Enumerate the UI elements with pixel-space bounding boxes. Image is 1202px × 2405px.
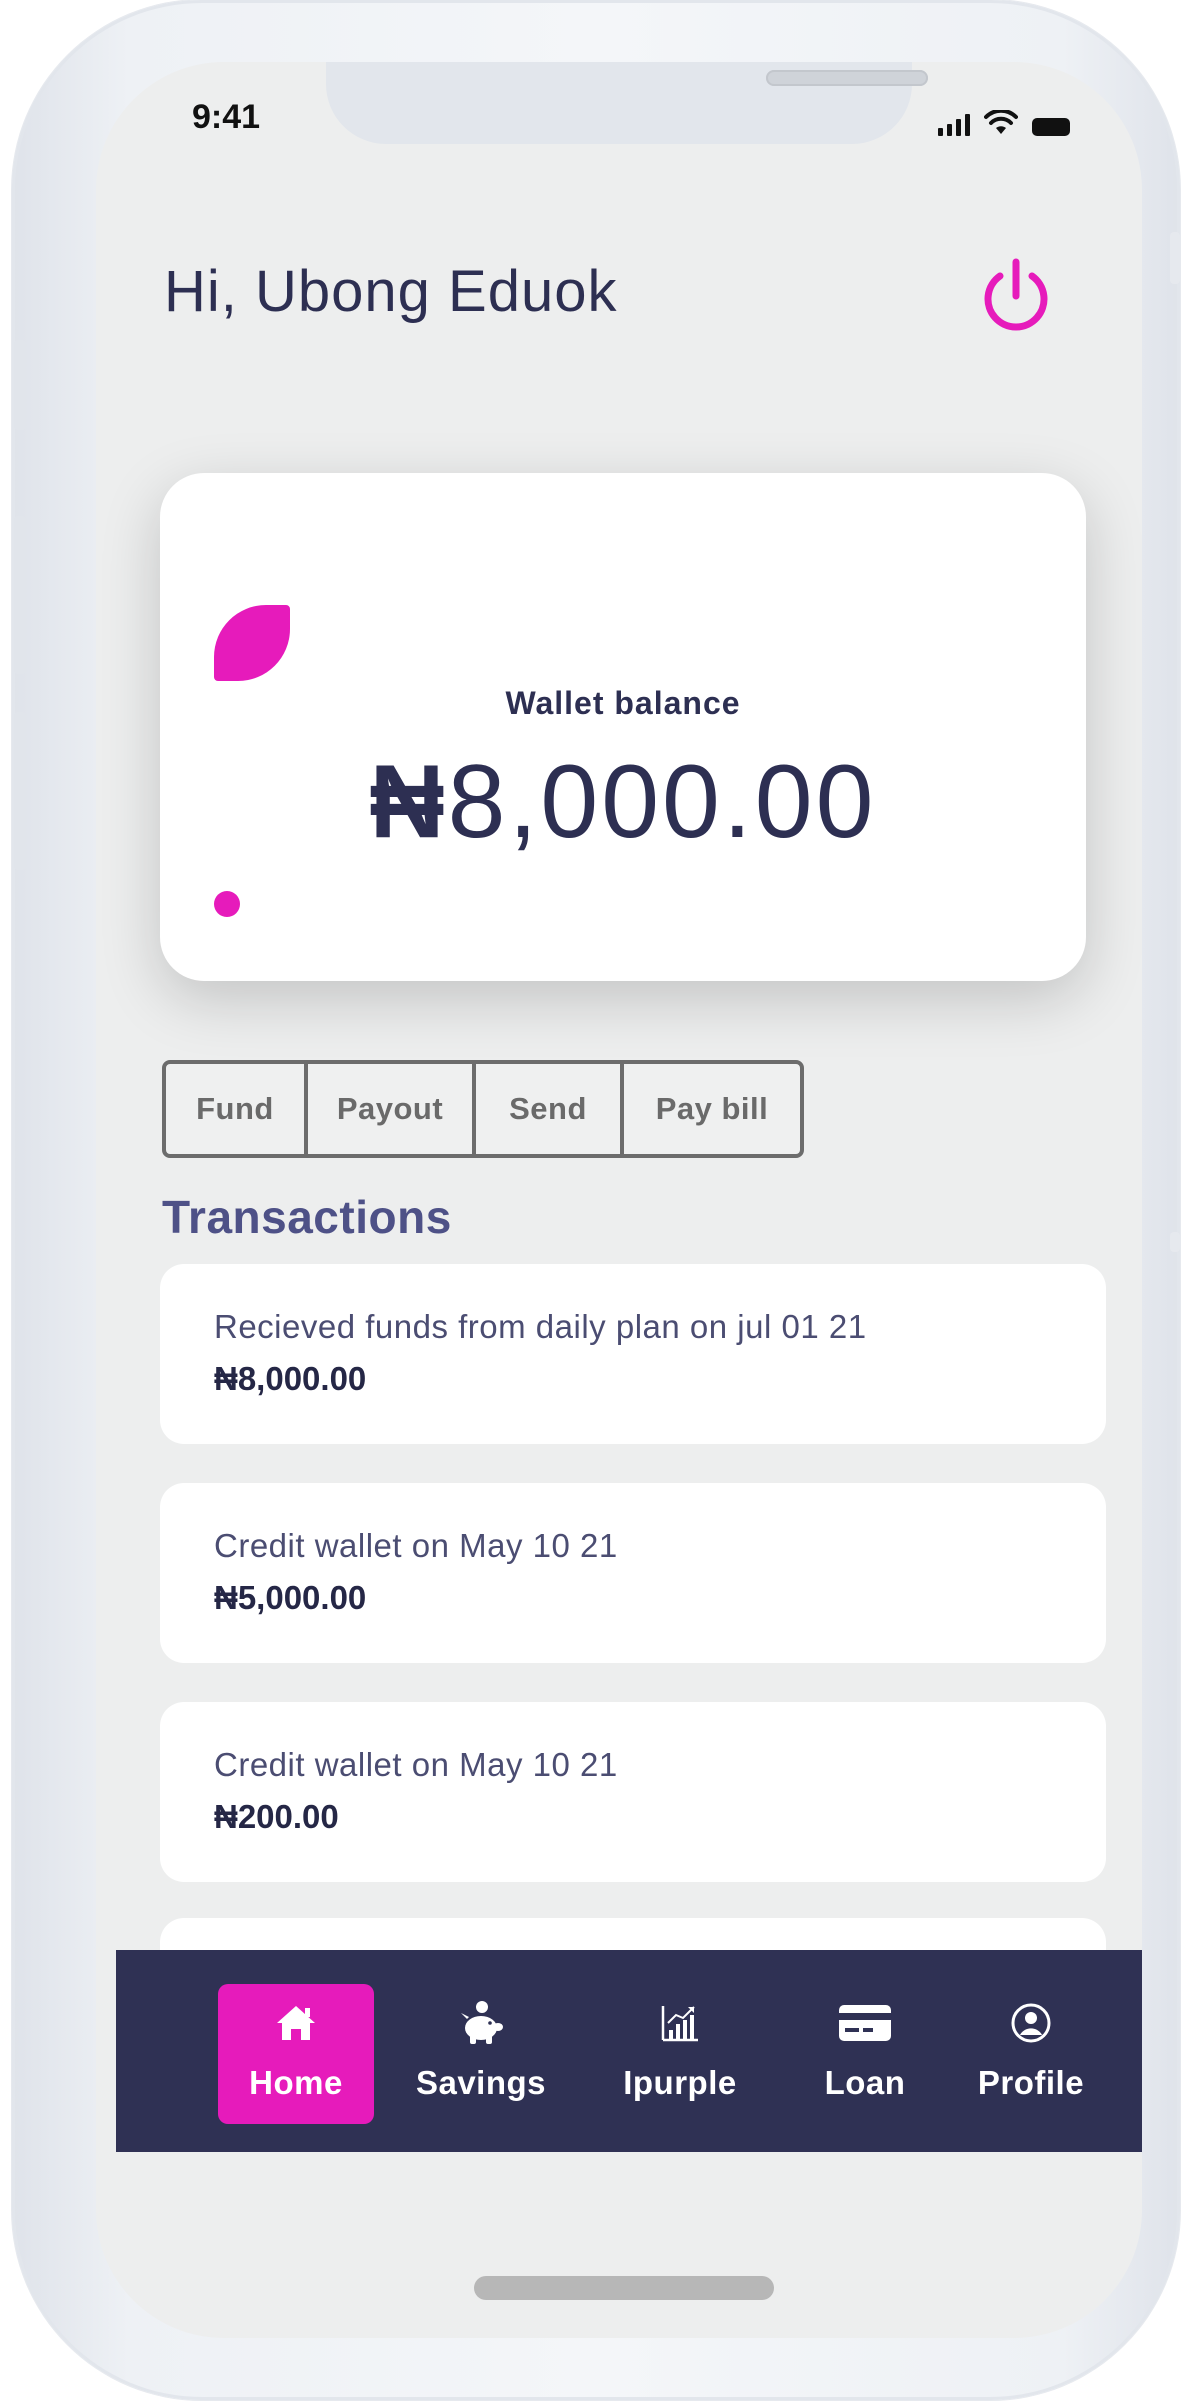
piggy-bank-icon [406,2000,556,2046]
battery-icon [1032,118,1070,136]
fund-button[interactable]: Fund [166,1064,308,1154]
transaction-description: Recieved funds from daily plan on jul 01… [214,1308,867,1345]
tab-savings[interactable]: Savings [406,1984,556,2124]
notch [326,62,928,144]
transaction-description: Credit wallet on May 10 21 [214,1746,618,1783]
wallet-balance-amount: ₦8,000.00 [160,743,1086,862]
tab-ipurple[interactable]: Ipurple [594,1984,766,2124]
tab-profile[interactable]: Profile [952,1984,1110,2124]
side-sensor [1170,1232,1180,1252]
user-circle-icon [952,2000,1110,2046]
dot-decoration [214,891,240,917]
tab-home[interactable]: Home [218,1984,374,2124]
volume-down-button [14,712,26,870]
wallet-balance-label: Wallet balance [505,685,741,721]
tab-loan[interactable]: Loan [790,1984,940,2124]
side-sensor [1170,232,1180,284]
phone-frame: 9:41 Hi, Ubong Eduok Wallet balance ₦8,0… [12,0,1180,2400]
screen: 9:41 Hi, Ubong Eduok Wallet balance ₦8,0… [96,62,1142,2338]
transaction-item[interactable]: Credit wallet on May 10 21 ₦200.00 [160,1702,1106,1882]
home-indicator[interactable] [474,2276,774,2300]
power-icon[interactable] [976,256,1056,336]
leaf-decoration [214,605,290,681]
status-time: 9:41 [192,98,261,136]
pay-bill-button[interactable]: Pay bill [624,1064,800,1154]
transaction-description: Credit wallet on May 10 21 [214,1527,618,1564]
tab-label: Profile [977,2064,1085,2101]
transactions-title: Transactions [162,1191,452,1243]
currency-symbol: ₦ [369,744,448,860]
bottom-tab-bar: Home Savings Ipurple Loan Profile [116,1950,1142,2152]
tab-label: Savings [415,2064,547,2101]
credit-card-icon [790,2000,940,2046]
greeting: Hi, Ubong Eduok [164,259,618,324]
wallet-balance-value: 8,000.00 [447,744,877,860]
speaker-grille [766,70,928,86]
send-button[interactable]: Send [476,1064,624,1154]
status-icons [938,106,1070,136]
wallet-card: Wallet balance ₦8,000.00 [160,473,1086,981]
chart-icon [594,2000,766,2046]
transaction-amount: ₦200.00 [214,1798,339,1835]
wifi-icon [984,110,1018,134]
cellular-signal-icon [938,114,970,136]
transaction-amount: ₦5,000.00 [214,1579,367,1616]
home-icon [218,2000,374,2046]
volume-up-button [14,516,26,674]
tab-label: Loan [824,2064,906,2101]
transaction-item[interactable]: Credit wallet on May 10 21 ₦5,000.00 [160,1483,1106,1663]
transaction-item[interactable]: Recieved funds from daily plan on jul 01… [160,1264,1106,1444]
transaction-amount: ₦8,000.00 [214,1360,367,1397]
payout-button[interactable]: Payout [308,1064,476,1154]
action-buttons: Fund Payout Send Pay bill [162,1060,804,1158]
tab-label: Home [249,2064,343,2101]
mute-switch [14,340,26,430]
tab-label: Ipurple [623,2064,737,2101]
